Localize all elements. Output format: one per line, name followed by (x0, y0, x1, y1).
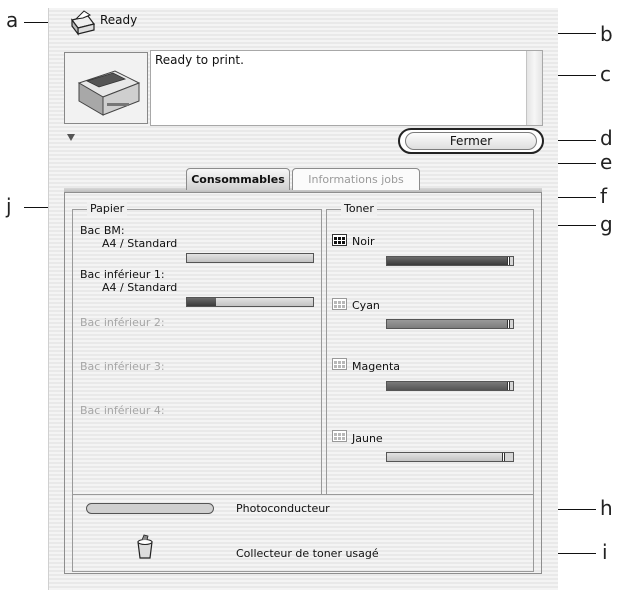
message-scrollbar[interactable] (526, 51, 542, 125)
callout-j: j (6, 194, 12, 218)
toner-magenta-label: Magenta (352, 360, 401, 373)
toner-yellow-level-bar (386, 452, 514, 462)
toner-black-icon (332, 234, 347, 246)
toner-cyan-level-bar (386, 319, 514, 329)
tray-lower1-level-bar (186, 297, 314, 307)
paper-group: Papier (72, 202, 322, 495)
callout-a: a (6, 8, 19, 32)
close-button[interactable]: Fermer (398, 128, 544, 154)
tray-lower2-label: Bac inférieur 2: (80, 316, 165, 329)
printer-image (64, 52, 148, 124)
callout-i: i (602, 540, 608, 564)
waste-toner-icon (134, 534, 156, 560)
callout-h: h (600, 496, 613, 520)
callout-b: b (600, 22, 613, 46)
callout-g: g (600, 212, 613, 236)
close-button-label: Fermer (405, 132, 537, 150)
paper-group-title: Papier (87, 202, 128, 216)
callout-e: e (600, 150, 613, 174)
tray-mp-level-bar (186, 253, 314, 263)
photoconductor-label: Photoconducteur (236, 502, 330, 515)
status-message-area: Ready to print. (150, 50, 543, 126)
toner-magenta-icon (332, 358, 347, 370)
tray-lower1-size: A4 / Standard (102, 281, 178, 294)
tab-informations-jobs[interactable]: Informations jobs (292, 168, 420, 190)
callout-c: c (600, 62, 611, 86)
tab-consommables[interactable]: Consommables (186, 168, 290, 190)
printer-icon (66, 10, 96, 36)
callout-f: f (600, 184, 608, 208)
tray-mp-label: Bac BM: (80, 224, 125, 237)
disclosure-triangle-icon[interactable] (67, 134, 75, 141)
toner-magenta-level-bar (386, 381, 514, 391)
status-message: Ready to print. (155, 53, 244, 67)
tray-mp-size: A4 / Standard (102, 237, 178, 250)
toner-black-label: Noir (352, 235, 375, 248)
toner-cyan-label: Cyan (352, 299, 380, 312)
toner-group-title: Toner (341, 202, 377, 216)
toner-yellow-label: Jaune (352, 432, 383, 445)
tray-lower3-label: Bac inférieur 3: (80, 360, 165, 373)
status-title: Ready (100, 13, 138, 27)
callout-d: d (600, 126, 613, 150)
tray-lower1-label: Bac inférieur 1: (80, 268, 165, 281)
waste-toner-label: Collecteur de toner usagé (236, 547, 379, 560)
toner-yellow-icon (332, 430, 347, 442)
tray-lower4-label: Bac inférieur 4: (80, 404, 165, 417)
photoconductor-level-bar (86, 503, 214, 514)
toner-cyan-icon (332, 298, 347, 310)
toner-black-level-bar (386, 256, 514, 266)
